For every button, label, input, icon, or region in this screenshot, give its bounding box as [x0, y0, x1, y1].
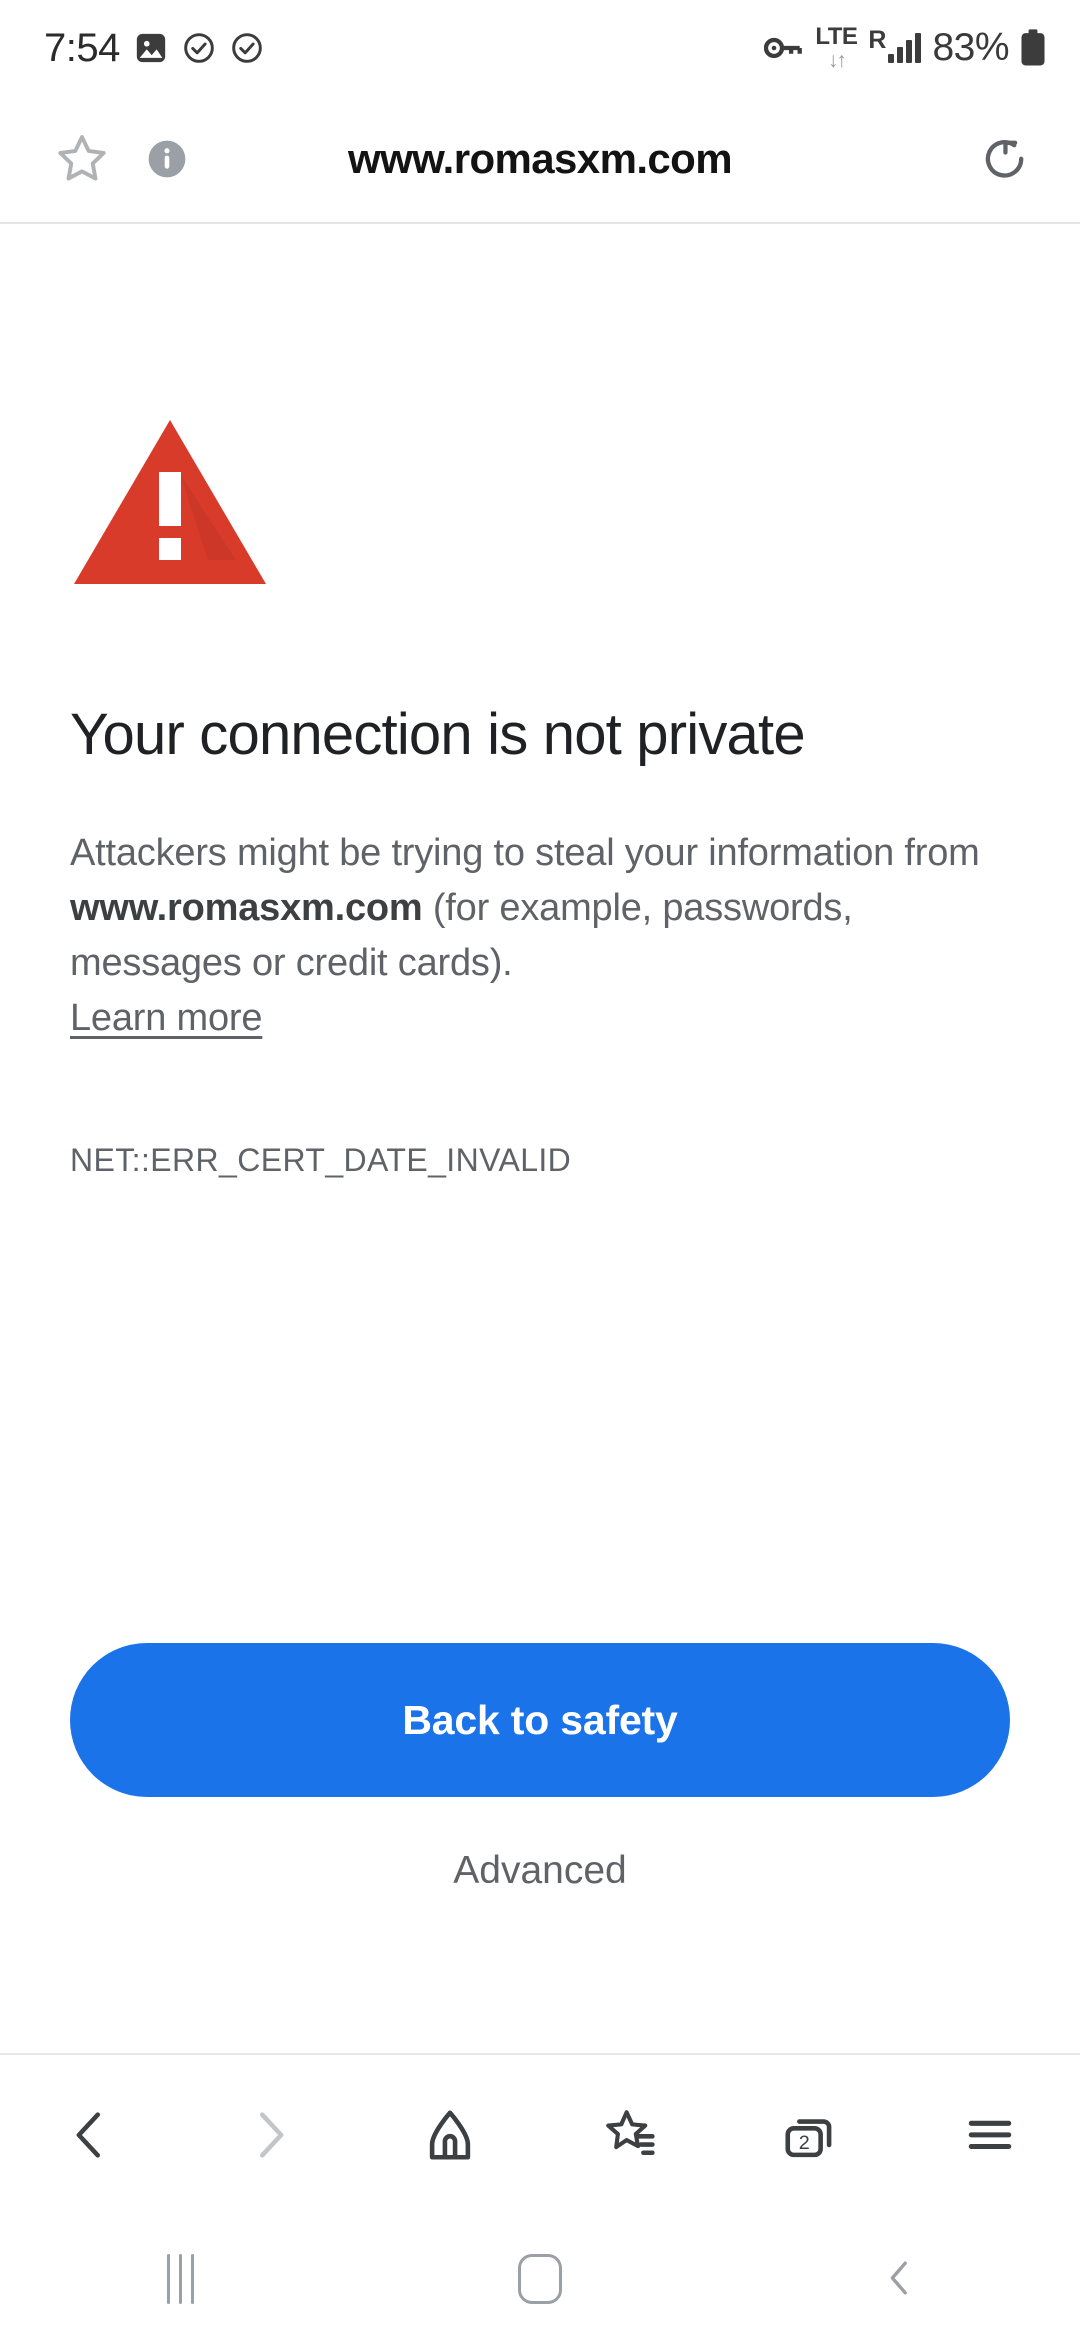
reload-icon[interactable]: [978, 132, 1032, 186]
advanced-button[interactable]: Advanced: [0, 1849, 1080, 1893]
nav-bookmarks-button[interactable]: [555, 2077, 705, 2197]
back-to-safety-button[interactable]: Back to safety: [70, 1643, 1010, 1797]
browser-url-bar[interactable]: www.romasxm.com: [0, 96, 1080, 222]
nav-back-button[interactable]: [15, 2077, 165, 2197]
battery-percent: 83%: [932, 26, 1009, 69]
network-type-indicator: LTE ↓↑: [815, 23, 858, 72]
tab-count: 2: [799, 2132, 810, 2154]
back-chevron-icon: [876, 2254, 924, 2305]
check-circle-icon: [182, 31, 216, 65]
chevron-right-icon: [241, 2106, 299, 2167]
roaming-indicator: R: [868, 26, 887, 54]
nav-menu-button[interactable]: [915, 2077, 1065, 2197]
recents-icon: [166, 2254, 194, 2304]
system-back-button[interactable]: [720, 2254, 1080, 2305]
status-clock: 7:54: [44, 25, 120, 70]
warning-triangle-icon: [70, 414, 270, 595]
check-circle-icon: [230, 31, 264, 65]
nav-home-button[interactable]: [375, 2077, 525, 2197]
phone-screen: 7:54 LTE ↓↑ R 83% www.romasxm.com Your c…: [0, 0, 1080, 2340]
page-content: Your connection is not private Attackers…: [0, 224, 1080, 2053]
recents-button[interactable]: [0, 2254, 360, 2304]
bookmark-star-icon[interactable]: [54, 131, 110, 187]
chevron-left-icon: [61, 2106, 119, 2167]
page-description: Attackers might be trying to steal your …: [70, 826, 1000, 1046]
info-circle-icon[interactable]: [146, 138, 188, 180]
status-bar: 7:54 LTE ↓↑ R 83%: [0, 0, 1080, 96]
signal-bars: [888, 33, 922, 63]
status-bar-left: 7:54: [44, 26, 264, 71]
signal-strength-icon: R: [868, 28, 922, 63]
network-type-label: LTE: [815, 23, 858, 50]
tabs-icon: 2: [781, 2108, 839, 2166]
page-title: Your connection is not private: [70, 702, 806, 767]
home-icon: [421, 2106, 479, 2167]
description-prefix: Attackers might be trying to steal your …: [70, 832, 980, 874]
key-icon: [764, 31, 804, 65]
error-code: NET::ERR_CERT_DATE_INVALID: [70, 1142, 572, 1178]
hamburger-menu-icon: [961, 2106, 1019, 2167]
battery-icon: [1020, 29, 1046, 67]
image-icon: [134, 31, 168, 65]
description-domain: www.romasxm.com: [70, 887, 423, 930]
status-bar-right: LTE ↓↑ R 83%: [764, 25, 1046, 71]
browser-bottom-toolbar: 2: [0, 2055, 1080, 2218]
network-arrows: ↓↑: [827, 49, 847, 72]
nav-forward-button[interactable]: [195, 2077, 345, 2197]
star-list-icon: [601, 2106, 659, 2167]
home-pill-icon: [518, 2254, 562, 2304]
nav-tabs-button[interactable]: 2: [735, 2077, 885, 2197]
learn-more-link[interactable]: Learn more: [70, 991, 263, 1046]
android-navigation-bar: [0, 2218, 1080, 2340]
url-bar-right-icons: [978, 132, 1032, 186]
home-button[interactable]: [360, 2254, 720, 2304]
url-bar-left-icons: [0, 131, 188, 187]
